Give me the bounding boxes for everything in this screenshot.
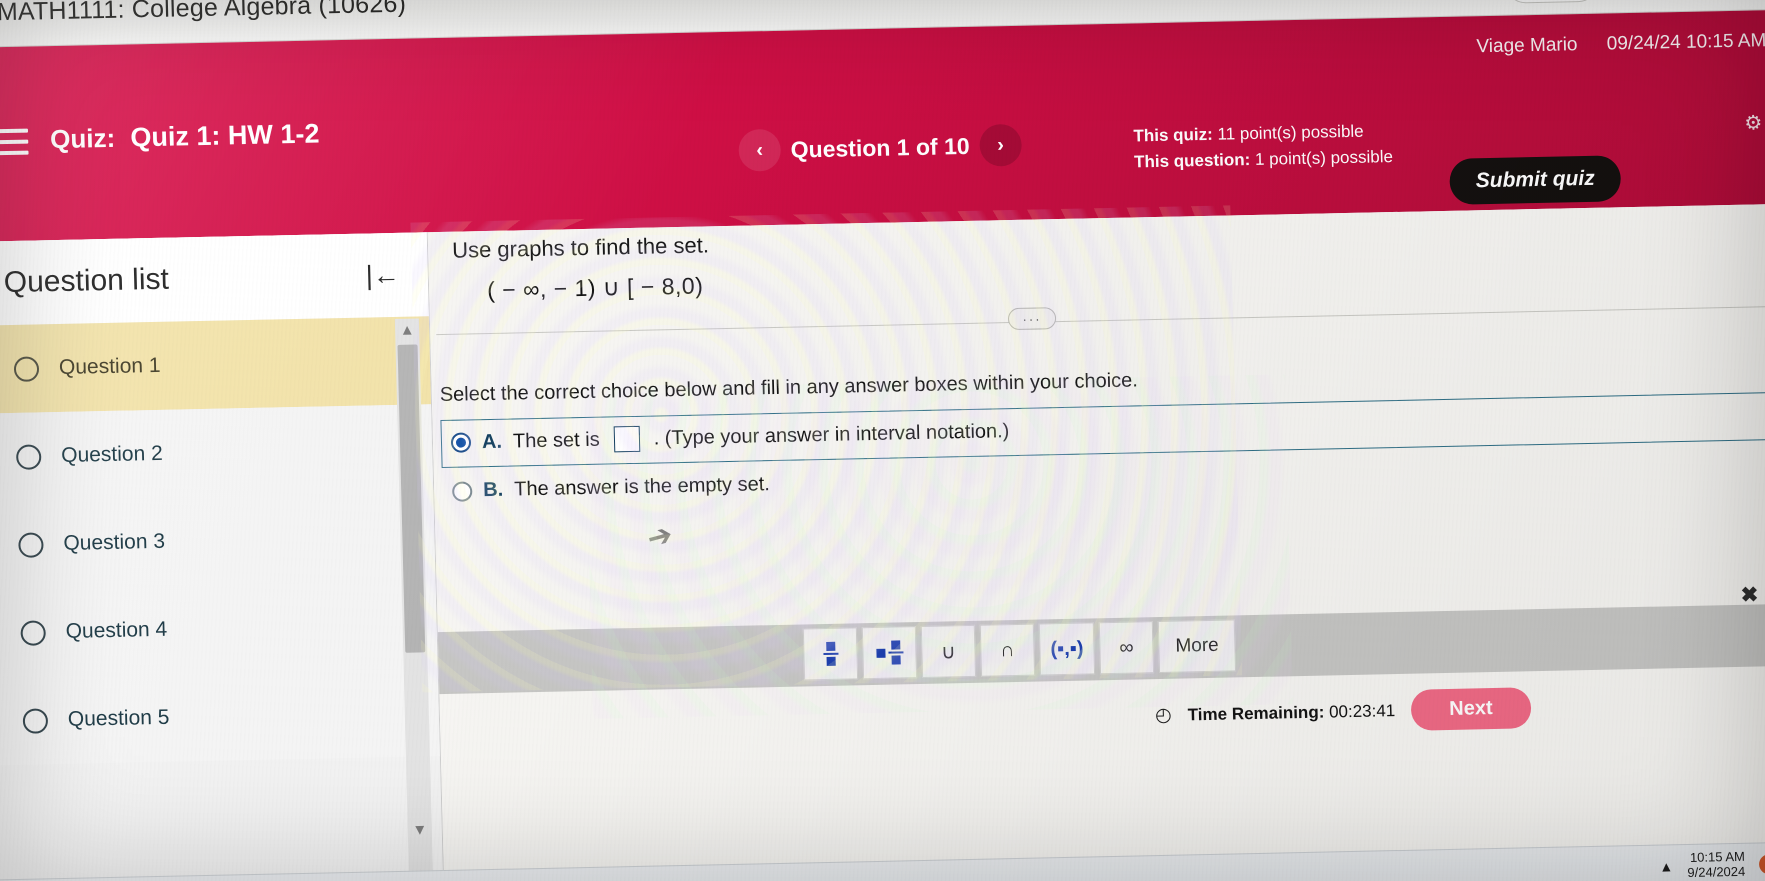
question-list-sidebar: Question list |← Question 1 Question 2 Q…	[0, 232, 445, 881]
points-summary: This quiz: 11 point(s) possible This que…	[1133, 118, 1393, 176]
read-aloud-icon[interactable]: A))	[1505, 0, 1552, 3]
browser-tab-title: MATH1111: College Algebra (10626)	[0, 0, 407, 27]
clock-icon: ◴	[1154, 704, 1172, 727]
question-expression: ( − ∞, − 1) ∪ [ − 8,0)	[486, 272, 704, 304]
quiz-header-bar: Quiz: Quiz 1: HW 1-2 ‹ Question 1 of 10 …	[0, 9, 1765, 242]
section-divider	[436, 305, 1765, 336]
radio-button-a[interactable]	[450, 432, 472, 453]
question-prompt: Use graphs to find the set.	[451, 232, 710, 263]
quiz-points-value: 11 point(s) possible	[1217, 121, 1364, 144]
quiz-body: Question list |← Question 1 Question 2 Q…	[0, 203, 1765, 881]
submit-quiz-button[interactable]: Submit quiz	[1449, 155, 1622, 205]
choice-a-letter: A.	[481, 430, 503, 453]
intersection-button[interactable]: ∩	[979, 623, 1036, 677]
taskbar-date: 9/24/2024	[1687, 863, 1746, 880]
mixed-number-icon	[875, 640, 904, 665]
notification-badge[interactable]: 1	[1758, 853, 1765, 874]
collapse-sidebar-icon[interactable]: |←	[365, 259, 400, 291]
sidebar-item-question-5[interactable]: Question 5	[0, 668, 440, 766]
sidebar-item-question-3[interactable]: Question 3	[0, 492, 436, 590]
address-bar-actions: A)) ☆	[1504, 0, 1600, 4]
sidebar-item-label: Question 5	[67, 705, 170, 731]
more-options-icon[interactable]: ···	[1007, 307, 1057, 331]
choice-b-text: The answer is the empty set.	[513, 473, 771, 501]
union-button[interactable]: ∪	[920, 624, 977, 678]
sidebar-header: Question list |←	[0, 232, 429, 326]
question-points-label: This question:	[1133, 150, 1251, 172]
question-counter: Question 1 of 10	[790, 132, 970, 163]
taskbar-chevron-icon[interactable]: ▲	[1659, 858, 1673, 874]
math-palette: ∪ ∩ (▪,▪) ∞ More	[802, 619, 1237, 681]
next-button[interactable]: Next	[1410, 687, 1532, 731]
question-pane: Use graphs to find the set. ( − ∞, − 1) …	[427, 203, 1765, 881]
previous-question-button[interactable]: ‹	[738, 128, 782, 172]
close-toolbar-icon[interactable]: ✖	[1740, 582, 1758, 607]
browser-window: MATH1111: College Algebra (10626) A)) ☆ …	[0, 0, 1765, 881]
header-settings-icon[interactable]: ⚙	[1744, 110, 1763, 135]
quiz-points-label: This quiz:	[1133, 124, 1214, 146]
sidebar-item-label: Question 2	[60, 441, 164, 467]
user-name: Viage Mario	[1476, 34, 1578, 58]
interval-button[interactable]: (▪,▪)	[1038, 622, 1096, 676]
sidebar-item-label: Question 1	[58, 353, 161, 379]
user-info: Viage Mario 09/24/24 10:15 AM	[1476, 30, 1765, 58]
favorite-star-icon[interactable]: ☆	[1551, 0, 1598, 2]
quiz-label: Quiz:	[49, 122, 116, 155]
mixed-number-button[interactable]	[861, 626, 918, 680]
hamburger-menu-icon[interactable]	[0, 128, 29, 156]
sidebar-item-label: Question 3	[63, 529, 166, 555]
answer-choice-b[interactable]: B. The answer is the empty set.	[451, 473, 771, 503]
question-points-value: 1 point(s) possible	[1254, 147, 1394, 170]
scroll-down-icon[interactable]: ▼	[411, 820, 429, 838]
quiz-name: Quiz 1: HW 1-2	[130, 118, 320, 153]
sidebar-item-label: Question 4	[65, 617, 168, 643]
fraction-icon	[822, 641, 839, 666]
browser-toolbar-icons: A)) ☆ ❑ ☆ ➕	[1504, 0, 1763, 4]
time-remaining: Time Remaining: 00:23:41	[1187, 701, 1395, 725]
infinity-button[interactable]: ∞	[1098, 621, 1155, 675]
sidebar-item-question-1[interactable]: Question 1	[0, 316, 432, 414]
scroll-up-icon[interactable]: ▲	[398, 321, 416, 339]
taskbar-clock[interactable]: 10:15 AM 9/24/2024	[1687, 848, 1746, 880]
time-remaining-value: 00:23:41	[1328, 700, 1396, 721]
mouse-cursor-icon: ➔	[643, 517, 677, 557]
header-timestamp: 09/24/24 10:15 AM	[1606, 30, 1765, 55]
sidebar-title: Question list	[3, 262, 170, 300]
question-status-circle-icon	[20, 619, 46, 646]
next-question-button[interactable]: ›	[979, 123, 1023, 167]
question-points-line: This question: 1 point(s) possible	[1134, 144, 1393, 176]
quiz-footer: ◴ Time Remaining: 00:23:41 Next	[1154, 687, 1532, 736]
question-status-circle-icon	[15, 443, 42, 470]
choice-a-text-before: The set is	[512, 428, 600, 452]
sidebar-item-question-2[interactable]: Question 2	[0, 404, 434, 502]
fraction-button[interactable]	[802, 627, 859, 681]
radio-button-b[interactable]	[451, 480, 473, 502]
question-navigation: ‹ Question 1 of 10 ›	[738, 123, 1023, 172]
choice-b-letter: B.	[482, 478, 504, 502]
question-status-circle-icon	[18, 531, 44, 558]
photographed-screen: MATH1111: College Algebra (10626) A)) ☆ …	[0, 0, 1765, 881]
answer-input-box[interactable]	[613, 425, 640, 453]
question-status-circle-icon	[22, 707, 49, 734]
question-status-circle-icon	[13, 355, 40, 382]
sidebar-item-question-4[interactable]: Question 4	[0, 580, 438, 678]
more-button[interactable]: More	[1157, 619, 1237, 674]
quiz-title: Quiz: Quiz 1: HW 1-2	[50, 118, 320, 155]
answer-instruction: Select the correct choice below and fill…	[439, 369, 1139, 407]
time-remaining-label: Time Remaining:	[1187, 702, 1325, 724]
